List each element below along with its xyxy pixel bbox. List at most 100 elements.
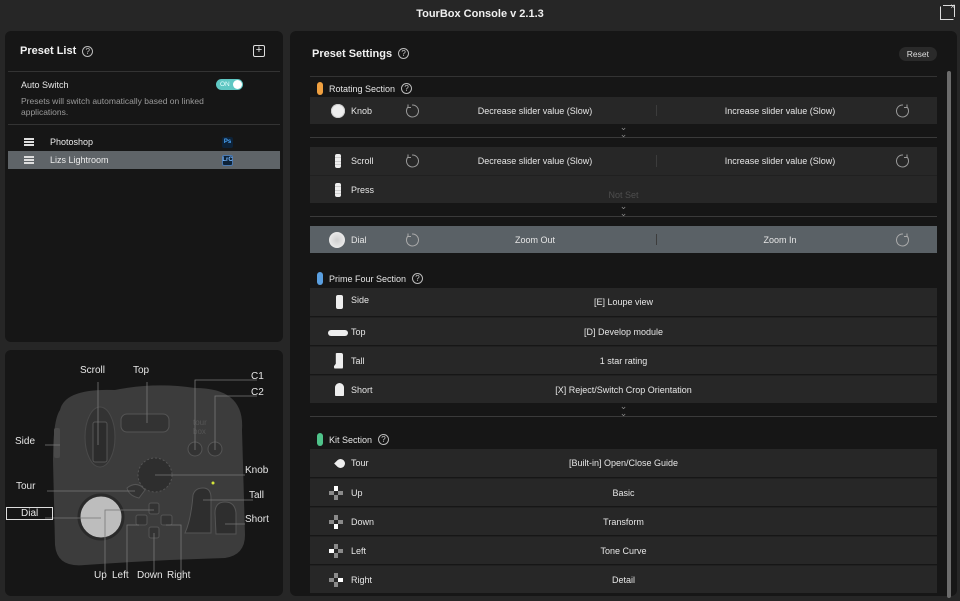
device-side-button (54, 428, 60, 458)
preset-items: Photoshop Ps Lizs Lightroom LrC (5, 133, 283, 169)
device-illustration-panel: tour box Scroll Top C1 C2 Side Knob Tour… (5, 350, 283, 596)
toggle-knob (233, 80, 242, 89)
drag-handle-icon[interactable] (24, 156, 34, 164)
side-action[interactable]: [E] Loupe view (310, 297, 937, 307)
device-label-tour[interactable]: Tour (16, 481, 35, 492)
right-action[interactable]: Detail (310, 575, 937, 585)
help-icon[interactable]: ? (401, 83, 413, 94)
side-row[interactable]: Side [E] Loupe view (310, 288, 937, 316)
section-color-pill (317, 433, 323, 446)
double-chevron-down-icon: ⌄ ⌄ (619, 121, 628, 139)
auto-switch-description: Presets will switch automatically based … (21, 96, 204, 117)
toggle-state: ON (220, 81, 230, 88)
preset-item-photoshop[interactable]: Photoshop Ps (8, 133, 280, 151)
tour-row[interactable]: Tour [Built-in] Open/Close Guide (310, 449, 937, 477)
section-title-text: Rotating Section (329, 83, 396, 94)
expand-toggle[interactable]: ⌄ ⌄ (310, 400, 937, 418)
control-name: Knob (351, 105, 373, 116)
drag-handle-icon[interactable] (24, 138, 34, 146)
down-row[interactable]: Down Transform (310, 507, 937, 535)
popout-icon[interactable]: × (940, 3, 955, 20)
device-label-c2[interactable]: C2 (251, 387, 264, 398)
top-row[interactable]: Top [D] Develop module (310, 317, 937, 345)
title-bar: TourBox Console v 2.1.3 × (0, 0, 960, 28)
knob-left-action[interactable]: Decrease slider value (Slow) (410, 106, 660, 116)
lightroom-app-icon: LrC (222, 154, 233, 166)
up-row[interactable]: Up Basic (310, 478, 937, 506)
divider (310, 76, 937, 77)
device-label-right[interactable]: Right (167, 570, 190, 581)
scroll-left-action[interactable]: Decrease slider value (Slow) (410, 156, 660, 166)
device-label-c1[interactable]: C1 (251, 371, 264, 382)
preset-name: Lizs Lightroom (50, 155, 109, 165)
device-dpad-left (135, 514, 148, 526)
dial-row[interactable]: Dial Zoom Out Zoom In (310, 226, 937, 253)
device-label-top[interactable]: Top (133, 365, 149, 376)
press-row[interactable]: Press Not Set (310, 175, 937, 203)
device-dpad-up (148, 502, 160, 515)
device-label-tall[interactable]: Tall (249, 490, 264, 501)
scroll-row[interactable]: Scroll Decrease slider value (Slow) Incr… (310, 147, 937, 175)
add-preset-button[interactable]: + (253, 45, 265, 57)
help-icon[interactable]: ? (412, 273, 424, 284)
auto-switch: Auto Switch ON Presets will switch autom… (5, 72, 283, 124)
dial-right-action[interactable]: Zoom In (655, 235, 905, 245)
tall-action[interactable]: 1 star rating (310, 356, 937, 366)
preset-list-panel: Preset List ? + Auto Switch ON Presets w… (5, 31, 283, 342)
device-short-button (214, 501, 237, 535)
right-row[interactable]: Right Detail (310, 565, 937, 593)
auto-switch-toggle[interactable]: ON (216, 79, 243, 90)
help-icon[interactable]: ? (378, 434, 390, 445)
top-action[interactable]: [D] Develop module (310, 327, 937, 337)
device-label-side[interactable]: Side (15, 436, 35, 447)
device-label-left[interactable]: Left (112, 570, 129, 581)
help-icon[interactable]: ? (398, 48, 410, 59)
prime-four-section-title: Prime Four Section ? (317, 272, 424, 285)
press-action[interactable]: Not Set (310, 190, 937, 200)
short-row[interactable]: Short [X] Reject/Switch Crop Orientation (310, 375, 937, 403)
device-top-button (120, 413, 170, 433)
rotate-clockwise-icon (896, 154, 909, 168)
help-icon[interactable]: ? (82, 45, 94, 57)
preset-list-title: Preset List (20, 45, 77, 57)
divider (8, 124, 280, 125)
preset-settings-panel: Preset Settings ? Reset Rotating Section… (290, 31, 957, 598)
knob-right-action[interactable]: Increase slider value (Slow) (655, 106, 905, 116)
expand-toggle[interactable]: ⌄ ⌄ (310, 121, 937, 139)
dial-left-action[interactable]: Zoom Out (410, 235, 660, 245)
device-scroll-wheel (92, 421, 108, 463)
device-label-short[interactable]: Short (245, 514, 269, 525)
device-dial (77, 493, 125, 541)
rotate-clockwise-icon (896, 103, 909, 117)
section-color-pill (317, 272, 323, 285)
window-title: TourBox Console v 2.1.3 (416, 8, 544, 20)
left-row[interactable]: Left Tone Curve (310, 536, 937, 564)
control-name: Scroll (351, 156, 374, 166)
device-label-knob[interactable]: Knob (245, 465, 268, 476)
scrollbar[interactable] (947, 71, 951, 598)
short-action[interactable]: [X] Reject/Switch Crop Orientation (310, 385, 937, 395)
tall-row[interactable]: Tall 1 star rating (310, 346, 937, 374)
reset-button[interactable]: Reset (898, 47, 937, 61)
down-action[interactable]: Transform (310, 517, 937, 527)
device-label-down[interactable]: Down (137, 570, 163, 581)
knob-row[interactable]: Knob Decrease slider value (Slow) Increa… (310, 97, 937, 124)
dial-icon (329, 231, 345, 248)
device-label-dial[interactable]: Dial (6, 507, 54, 520)
preset-item-lizs-lightroom[interactable]: Lizs Lightroom LrC (8, 151, 280, 169)
device-dpad-right (160, 514, 173, 526)
preset-settings-header: Preset Settings ? Reset (290, 31, 957, 76)
section-color-pill (317, 82, 323, 95)
double-chevron-down-icon: ⌄ ⌄ (619, 400, 628, 418)
expand-toggle[interactable]: ⌄ ⌄ (310, 200, 937, 218)
device-label-up[interactable]: Up (94, 570, 107, 581)
left-action[interactable]: Tone Curve (310, 546, 937, 556)
tour-action[interactable]: [Built-in] Open/Close Guide (310, 458, 937, 468)
photoshop-app-icon: Ps (222, 136, 233, 148)
device-label-scroll[interactable]: Scroll (80, 365, 105, 376)
device-led (211, 481, 215, 485)
preset-list-header: Preset List ? + (5, 31, 283, 71)
double-chevron-down-icon: ⌄ ⌄ (619, 200, 628, 218)
up-action[interactable]: Basic (310, 488, 937, 498)
scroll-right-action[interactable]: Increase slider value (Slow) (655, 156, 905, 166)
